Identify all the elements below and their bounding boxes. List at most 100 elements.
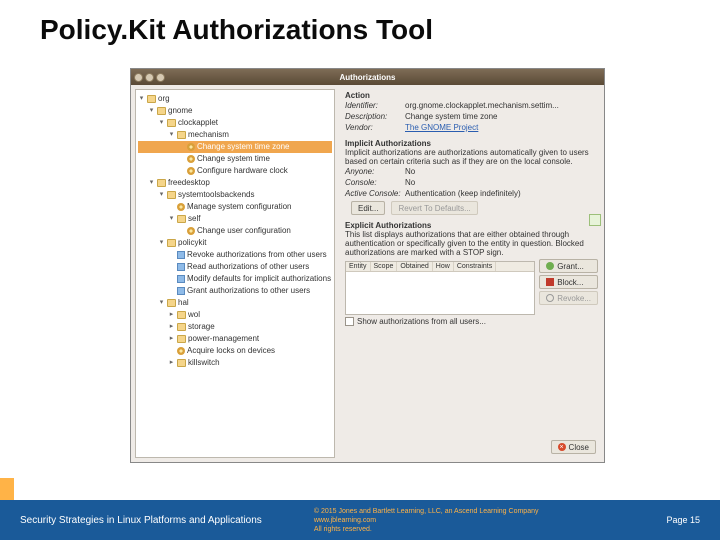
window-controls[interactable] <box>134 73 165 82</box>
tree-item-label: power-management <box>188 333 259 345</box>
tree-row[interactable]: ▾ self <box>138 213 332 225</box>
disclosure-triangle-icon[interactable]: ▸ <box>168 357 175 369</box>
identifier-value: org.gnome.clockapplet.mechanism.settim..… <box>405 100 559 111</box>
table-column-header[interactable]: Scope <box>371 262 398 271</box>
disclosure-triangle-icon[interactable]: ▾ <box>158 189 165 201</box>
tree-row[interactable]: ▾ hal <box>138 297 332 309</box>
folder-icon <box>177 131 186 139</box>
disclosure-triangle-icon[interactable]: ▾ <box>158 297 165 309</box>
grant-button[interactable]: Grant... <box>539 259 598 273</box>
footer-page: Page 15 <box>666 515 700 525</box>
description-label: Description: <box>345 111 401 122</box>
folder-icon <box>167 239 176 247</box>
folder-icon <box>147 95 156 103</box>
tree-row[interactable]: ▾freedesktop <box>138 177 332 189</box>
disclosure-triangle-icon[interactable]: ▾ <box>168 213 175 225</box>
tree-row[interactable]: Change system time zone <box>138 141 332 153</box>
implicit-heading: Implicit Authorizations <box>345 139 598 148</box>
tree-row[interactable]: Configure hardware clock <box>138 165 332 177</box>
folder-icon <box>177 359 186 367</box>
tree-row[interactable]: ▸killswitch <box>138 357 332 369</box>
action-heading: Action <box>345 91 598 100</box>
tree-row[interactable]: ▸ storage <box>138 321 332 333</box>
tree-item-label: mechanism <box>188 129 229 141</box>
detail-pane: Action Identifier:org.gnome.clockapplet.… <box>339 89 600 458</box>
implicit-blurb: Implicit authorizations are authorizatio… <box>345 148 598 166</box>
explicit-auth-table[interactable]: EntityScopeObtainedHowConstraints <box>345 261 535 315</box>
show-all-users-checkbox[interactable] <box>345 317 354 326</box>
edit-button[interactable]: Edit... <box>351 201 385 215</box>
disclosure-triangle-icon[interactable]: ▾ <box>158 237 165 249</box>
tree-item-label: storage <box>188 321 215 333</box>
slide-title: Policy.Kit Authorizations Tool <box>0 0 720 46</box>
tree-item-label: self <box>188 213 200 225</box>
tree-row[interactable]: ▸ power-management <box>138 333 332 345</box>
table-column-header[interactable]: How <box>433 262 454 271</box>
tree-row[interactable]: Manage system configuration <box>138 201 332 213</box>
window-titlebar[interactable]: Authorizations <box>131 69 604 85</box>
vendor-link[interactable]: The GNOME Project <box>405 122 478 133</box>
revoke-button[interactable]: Revoke... <box>539 291 598 305</box>
revert-defaults-button[interactable]: Revert To Defaults... <box>391 201 477 215</box>
folder-icon <box>177 323 186 331</box>
folder-icon <box>157 179 166 187</box>
show-all-users-label: Show authorizations from all users... <box>357 317 486 326</box>
tree-row[interactable]: ▾clockapplet <box>138 117 332 129</box>
tree-row[interactable]: ▸wol <box>138 309 332 321</box>
tree-row[interactable]: ▾ org <box>138 93 332 105</box>
revoke-icon <box>546 294 554 302</box>
footer-site: www.jblearning.com <box>314 516 667 525</box>
folder-icon <box>157 107 166 115</box>
table-column-header[interactable]: Constraints <box>454 262 496 271</box>
refresh-badge-icon[interactable] <box>589 214 601 226</box>
tree-row[interactable]: ▾gnome <box>138 105 332 117</box>
tree-row[interactable]: Modify defaults for implicit authorizati… <box>138 273 332 285</box>
tree-item-label: hal <box>178 297 189 309</box>
table-column-header[interactable]: Obtained <box>397 262 432 271</box>
plus-icon <box>546 262 554 270</box>
tree-item-label: policykit <box>178 237 206 249</box>
tree-row[interactable]: Change system time <box>138 153 332 165</box>
footer-copyright: © 2015 Jones and Bartlett Learning, LLC,… <box>314 507 667 516</box>
disclosure-triangle-icon[interactable]: ▾ <box>148 177 155 189</box>
folder-icon <box>167 191 176 199</box>
anyone-value: No <box>405 166 415 177</box>
gear-icon <box>187 167 195 175</box>
gear-icon <box>177 203 185 211</box>
tree-item-label: Grant authorizations to other users <box>187 285 310 297</box>
disclosure-triangle-icon[interactable]: ▾ <box>168 129 175 141</box>
tree-row[interactable]: Read authorizations of other users <box>138 261 332 273</box>
tree-row[interactable]: ▾ policykit <box>138 237 332 249</box>
tree-item-label: org <box>158 93 170 105</box>
disclosure-triangle-icon[interactable]: ▸ <box>168 321 175 333</box>
tree-item-label: Read authorizations of other users <box>187 261 309 273</box>
gear-icon <box>187 155 195 163</box>
disclosure-triangle-icon[interactable]: ▾ <box>158 117 165 129</box>
block-button[interactable]: Block... <box>539 275 598 289</box>
tree-row[interactable]: Grant authorizations to other users <box>138 285 332 297</box>
table-column-header[interactable]: Entity <box>346 262 371 271</box>
gear-icon <box>187 143 195 151</box>
key-icon <box>177 263 185 271</box>
slide-footer: Security Strategies in Linux Platforms a… <box>0 500 720 540</box>
disclosure-triangle-icon[interactable]: ▸ <box>168 309 175 321</box>
disclosure-triangle-icon[interactable]: ▾ <box>148 105 155 117</box>
tree-row[interactable]: ▾ mechanism <box>138 129 332 141</box>
active-console-value: Authentication (keep indefinitely) <box>405 188 521 199</box>
disclosure-triangle-icon[interactable]: ▾ <box>138 93 145 105</box>
description-value: Change system time zone <box>405 111 498 122</box>
anyone-label: Anyone: <box>345 166 401 177</box>
tree-item-label: Manage system configuration <box>187 201 292 213</box>
disclosure-triangle-icon[interactable]: ▸ <box>168 333 175 345</box>
folder-icon <box>177 215 186 223</box>
tree-row[interactable]: Acquire locks on devices <box>138 345 332 357</box>
window-title: Authorizations <box>340 73 396 82</box>
tree-item-label: Modify defaults for implicit authorizati… <box>187 273 331 285</box>
close-button[interactable]: ×Close <box>551 440 596 454</box>
key-icon <box>177 287 185 295</box>
actions-tree[interactable]: ▾org▾gnome▾clockapplet▾mechanismChange s… <box>135 89 335 458</box>
tree-row[interactable]: ▾systemtoolsbackends <box>138 189 332 201</box>
tree-row[interactable]: Revoke authorizations from other users <box>138 249 332 261</box>
folder-icon <box>167 299 176 307</box>
tree-row[interactable]: Change user configuration <box>138 225 332 237</box>
